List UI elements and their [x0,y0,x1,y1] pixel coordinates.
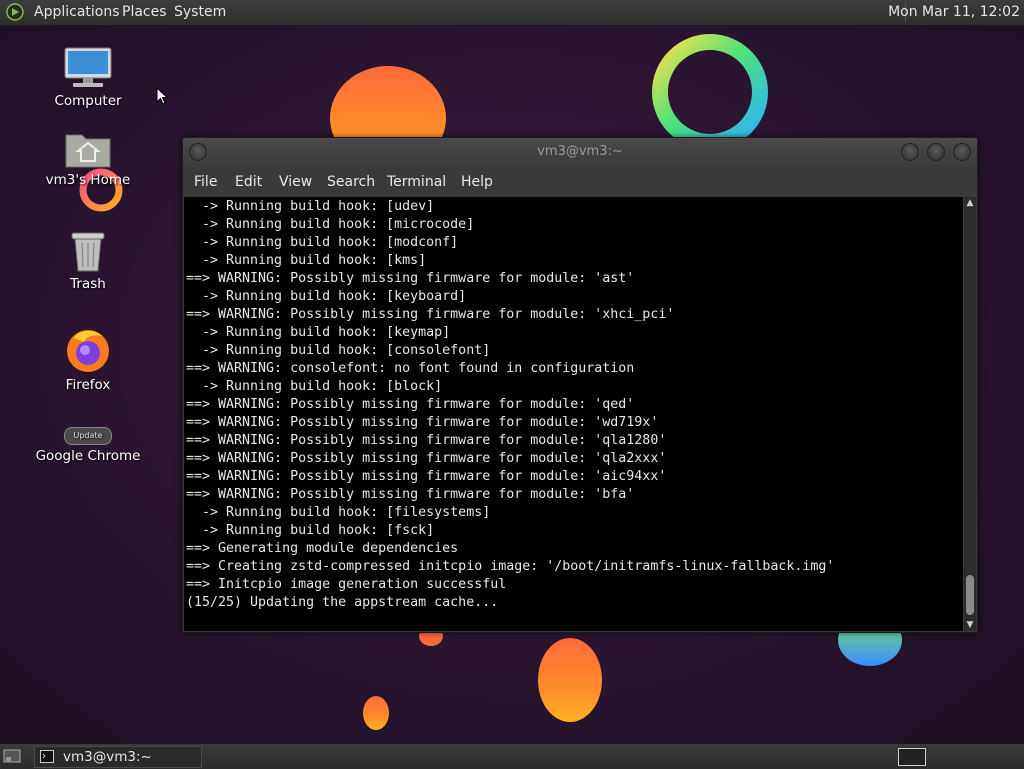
scroll-down-arrow-icon[interactable]: ▼ [964,619,976,631]
menu-system[interactable]: System [174,4,226,20]
bottom-panel: vm3@vm3:~ [0,743,1024,769]
maximize-button[interactable] [927,143,945,161]
menu-file[interactable]: File [194,174,217,190]
scrollbar-thumb[interactable] [966,575,974,615]
desktop-icon-home[interactable]: vm3's Home [33,129,143,188]
taskbar-item-label: vm3@vm3:~ [63,749,152,765]
desktop-icon-label: Google Chrome [35,448,141,464]
terminal-text: -> Running build hook: [udev] -> Running… [186,199,835,610]
mouse-pointer-icon [156,87,168,105]
terminal-output[interactable]: -> Running build hook: [udev] -> Running… [184,197,963,631]
chrome-update-icon: Update [64,427,112,445]
desktop-icon-firefox[interactable]: Firefox [33,326,143,393]
home-folder-icon [65,134,111,168]
window-title: vm3@vm3:~ [537,144,623,159]
firefox-icon [67,330,109,372]
window-titlebar[interactable]: vm3@vm3:~ [183,138,977,166]
menu-help[interactable]: Help [461,174,493,190]
menu-places[interactable]: Places [122,4,167,20]
terminal-menubar: File Edit View Search Terminal Help [183,168,977,196]
workspace-switcher[interactable] [898,748,926,766]
show-desktop-icon[interactable] [3,748,21,764]
menu-terminal[interactable]: Terminal [387,174,446,190]
desktop-icon-computer[interactable]: Computer [33,46,143,109]
close-button[interactable] [953,143,971,161]
terminal-window[interactable]: vm3@vm3:~ File Edit View Search Terminal… [182,137,978,633]
top-panel: Applications Places System Mon Mar 11, 1… [0,0,1024,26]
terminal-scrollbar[interactable]: ▲ ▼ [964,197,976,631]
desktop-icon-label: Firefox [65,377,111,393]
menu-search[interactable]: Search [327,174,375,190]
taskbar-item-terminal[interactable]: vm3@vm3:~ [34,746,202,768]
menu-logo-icon[interactable] [6,3,24,21]
menu-applications[interactable]: Applications [34,4,120,20]
desktop-icon-label: Computer [54,93,122,109]
clock[interactable]: Mon Mar 11, 12:02 [888,4,1020,20]
desktop-icon-google-chrome[interactable]: Update Google Chrome [33,427,143,464]
desktop-icon-label: vm3's Home [45,172,131,188]
terminal-icon [40,750,54,763]
trash-icon [71,232,105,272]
computer-icon [64,47,112,87]
menu-edit[interactable]: Edit [235,174,262,190]
scroll-up-arrow-icon[interactable]: ▲ [964,197,976,209]
minimize-button[interactable] [901,143,919,161]
desktop-icon-trash[interactable]: Trash [33,229,143,292]
menu-view[interactable]: View [279,174,312,190]
desktop-icon-label: Trash [70,276,106,292]
